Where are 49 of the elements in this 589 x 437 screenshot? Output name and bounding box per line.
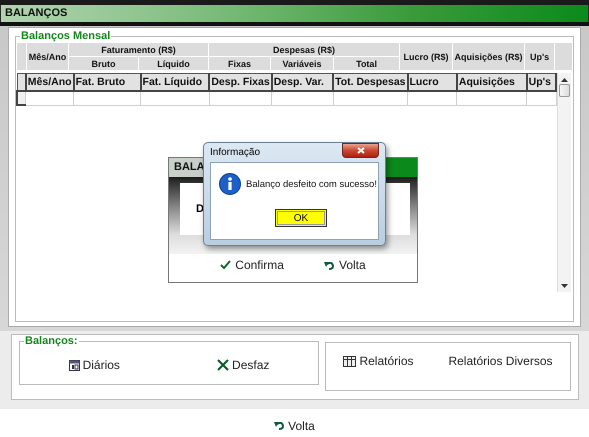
column-header: Fixas: [208, 56, 271, 70]
column-header: Lucro (R$): [400, 42, 453, 70]
column-header[interactable]: Lucro: [408, 74, 457, 91]
scrollbar[interactable]: [557, 73, 572, 292]
group-title: Balanços:: [24, 335, 79, 347]
dialog-title: BALA: [174, 160, 205, 175]
column-group-header: Despesas (R$): [208, 42, 400, 56]
scroll-down-icon[interactable]: [561, 284, 568, 288]
toolbar-button[interactable]: Relatórios Diversos: [446, 353, 554, 369]
close-button[interactable]: [342, 143, 379, 158]
column-header[interactable]: Fat. Bruto: [74, 74, 141, 91]
window-title: BALANÇOS: [5, 6, 68, 21]
group-title: Balanços Mensal: [20, 30, 112, 42]
toolbar-button[interactable]: Volta: [272, 414, 317, 437]
column-header: Líquido: [138, 56, 209, 70]
info-icon: [219, 173, 241, 195]
column-header[interactable]: Tot. Despesas: [333, 74, 408, 91]
toolbar-button[interactable]: Relatórios: [341, 353, 416, 369]
column-header[interactable]: Aquisições: [456, 74, 527, 91]
toolbar-button[interactable]: Desfaz: [215, 357, 272, 373]
undo-icon: [324, 260, 335, 270]
scroll-up-icon[interactable]: [561, 78, 568, 82]
column-header: Total: [334, 56, 400, 70]
column-header: Aquisições (R$): [452, 42, 525, 70]
toolbar-button[interactable]: Diários: [66, 357, 122, 373]
data-grid[interactable]: Mês/Ano Fat. Bruto Fat. Líquido Desp. Fixas Desp. Var. Tot. Despesas Lucro Aquisições Up's: [16, 73, 558, 106]
column-header: Variáveis: [270, 56, 334, 70]
check-icon: [220, 260, 232, 270]
close-icon: [356, 147, 364, 154]
scroll-thumb[interactable]: [559, 84, 570, 97]
dialog-button[interactable]: Confirma: [218, 257, 286, 273]
column-header: Mês/Ano: [26, 42, 68, 70]
column-header[interactable]: Mês/Ano: [26, 74, 74, 91]
table-icon: [343, 356, 356, 366]
ok-button[interactable]: OK: [275, 209, 327, 227]
close-icon: [217, 359, 230, 371]
dialog-title: Informação: [210, 147, 260, 158]
column-header: Up's: [524, 42, 555, 70]
undo-icon: [274, 421, 286, 430]
calendar-icon: [68, 360, 80, 370]
column-group-header: Faturamento (R$): [68, 42, 209, 56]
field-label: D: [196, 203, 204, 215]
column-header[interactable]: Up's: [526, 74, 556, 91]
column-header: Bruto: [68, 56, 138, 70]
message-text: Balanço desfeito com sucesso!: [246, 178, 377, 190]
column-header[interactable]: Desp. Var.: [272, 74, 334, 91]
column-header[interactable]: Desp. Fixas: [209, 74, 272, 91]
column-header[interactable]: Fat. Líquido: [140, 74, 210, 91]
dialog-button[interactable]: Volta: [322, 257, 368, 273]
